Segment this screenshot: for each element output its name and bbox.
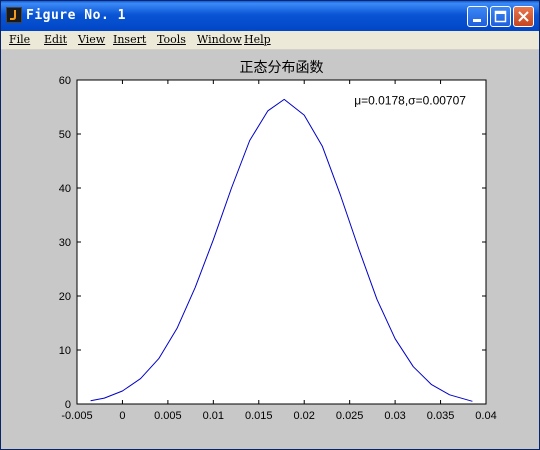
y-tick-label: 40 [59,183,71,195]
x-tick-label: 0 [119,410,125,422]
plot-area [76,79,487,405]
figure-window: Figure No. 1 File Edit View Insert Tools… [0,0,540,450]
menu-insert[interactable]: Insert [113,33,146,46]
window-title: Figure No. 1 [26,8,126,23]
x-tick-label: -0.005 [61,410,92,422]
menu-window-label: Window [197,33,242,46]
maximize-icon [494,10,507,23]
y-tick-label: 0 [65,399,71,411]
menu-tools-label: Tools [157,33,186,46]
x-tick-label: 0.01 [203,410,224,422]
x-tick-label: 0.02 [294,410,315,422]
menu-view[interactable]: View [78,33,105,46]
menu-edit[interactable]: Edit [44,33,67,46]
chart-title: 正态分布函数 [240,60,324,76]
minimize-icon [473,19,481,22]
close-button[interactable] [513,6,534,27]
matlab-figure-icon[interactable] [6,7,22,23]
parameter-annotation: μ=0.0178,σ=0.00707 [354,93,466,107]
menu-insert-label: Insert [113,33,147,46]
y-tick-label: 20 [59,291,71,303]
figure-canvas: 正态分布函数 -0.005 0 0.005 0.01 0.015 0.02 0.025 0.03… [1,50,539,449]
maximize-button[interactable] [490,6,511,27]
menu-help-label: Help [244,33,271,46]
x-tick-label: 0.03 [384,410,405,422]
y-tick-label: 30 [59,237,71,249]
menu-window[interactable]: Window [197,33,242,46]
chart: 正态分布函数-0.005 0 0.005 0.01 0.015 0.02 0.025 0.03… [59,60,497,422]
y-tick-label: 60 [59,75,71,87]
x-tick-label: 0.035 [427,410,455,422]
menu-tools[interactable]: Tools [157,33,186,46]
y-tick-label: 10 [59,345,71,357]
close-icon [518,11,529,22]
menu-view-label: View [78,33,106,46]
menu-file[interactable]: File [9,33,30,46]
menu-bar: File Edit View Insert Tools Window Help [1,31,539,50]
menu-help[interactable]: Help [244,33,271,46]
x-tick-label: 0.04 [475,410,496,422]
minimize-button[interactable] [467,6,488,27]
x-tick-label: 0.025 [336,410,364,422]
title-bar[interactable]: Figure No. 1 [1,1,539,31]
y-tick-label: 50 [59,129,71,141]
x-tick-label: 0.005 [154,410,182,422]
menu-edit-label: Edit [44,33,68,46]
x-tick-label: 0.015 [245,410,273,422]
menu-file-label: File [9,33,31,46]
